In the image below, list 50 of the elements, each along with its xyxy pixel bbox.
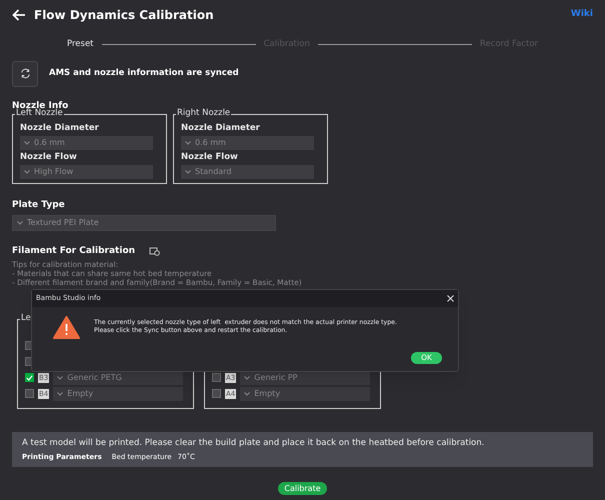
page-title: Flow Dynamics Calibration	[34, 7, 214, 24]
group-legend: Le	[20, 314, 32, 322]
dropdown-field[interactable]: 0.6 mm	[20, 136, 153, 150]
field-value: Empty	[67, 388, 94, 400]
dropdown-field[interactable]: Empty	[240, 386, 370, 401]
dropdown-field[interactable]: 0.6 mm	[181, 136, 314, 150]
warning-icon	[53, 316, 80, 339]
chevron-icon	[17, 220, 23, 225]
checkbox[interactable]	[212, 373, 221, 382]
dropdown-field[interactable]: Textured PEI Plate	[13, 216, 275, 230]
calibrate-button[interactable]: Calibrate	[278, 482, 327, 495]
close-icon[interactable]	[447, 295, 454, 302]
section-title: Plate Type	[12, 198, 66, 211]
chevron-icon	[57, 392, 64, 396]
step-tab[interactable]: Preset	[67, 38, 94, 51]
checkbox[interactable]	[25, 373, 34, 382]
field-value: Generic PP	[254, 372, 298, 384]
field-value: Standard	[195, 166, 232, 178]
group-legend: Left Nozzle	[15, 108, 64, 118]
group-legend: Right Nozzle	[176, 108, 232, 118]
field-label: Nozzle Flow	[20, 152, 78, 163]
chevron-icon	[24, 140, 30, 145]
dropdown-field[interactable]: Standard	[181, 164, 314, 179]
field-value: Textured PEI Plate	[27, 216, 99, 229]
chevron-icon	[24, 170, 30, 174]
sync-button[interactable]	[12, 60, 38, 87]
chevron-icon	[244, 376, 250, 380]
field-label: Nozzle Diameter	[181, 122, 261, 134]
field-value: Generic PETG	[67, 372, 122, 384]
field-value: 0.6 mm	[34, 136, 65, 149]
chevron-icon	[57, 376, 64, 380]
field-value: Empty	[254, 388, 280, 400]
sync-message: AMS and nozzle information are synced	[49, 67, 239, 80]
field-value: 0.6 mm	[195, 136, 226, 149]
section-title: Filament For Calibration	[12, 244, 136, 257]
notice-text: A test model will be printed. Please clear the build plate and place it back on the heatbed before calibration.	[22, 436, 486, 450]
checkbox[interactable]	[25, 389, 34, 398]
sync-icon	[20, 68, 30, 80]
field-label: Nozzle Diameter	[20, 122, 100, 134]
field-value: High Flow	[34, 166, 74, 178]
chevron-icon	[185, 140, 191, 145]
dropdown-field[interactable]: High Flow	[20, 164, 153, 179]
checkbox[interactable]	[212, 389, 221, 398]
wiki-link[interactable]: Wiki	[570, 8, 593, 22]
filament-settings-icon[interactable]	[149, 246, 160, 256]
dropdown-field[interactable]: Empty	[53, 386, 184, 401]
chevron-icon	[244, 392, 250, 396]
field-label: Nozzle Flow	[181, 152, 239, 163]
back-arrow-icon[interactable]	[12, 9, 26, 21]
chevron-icon	[185, 170, 191, 174]
